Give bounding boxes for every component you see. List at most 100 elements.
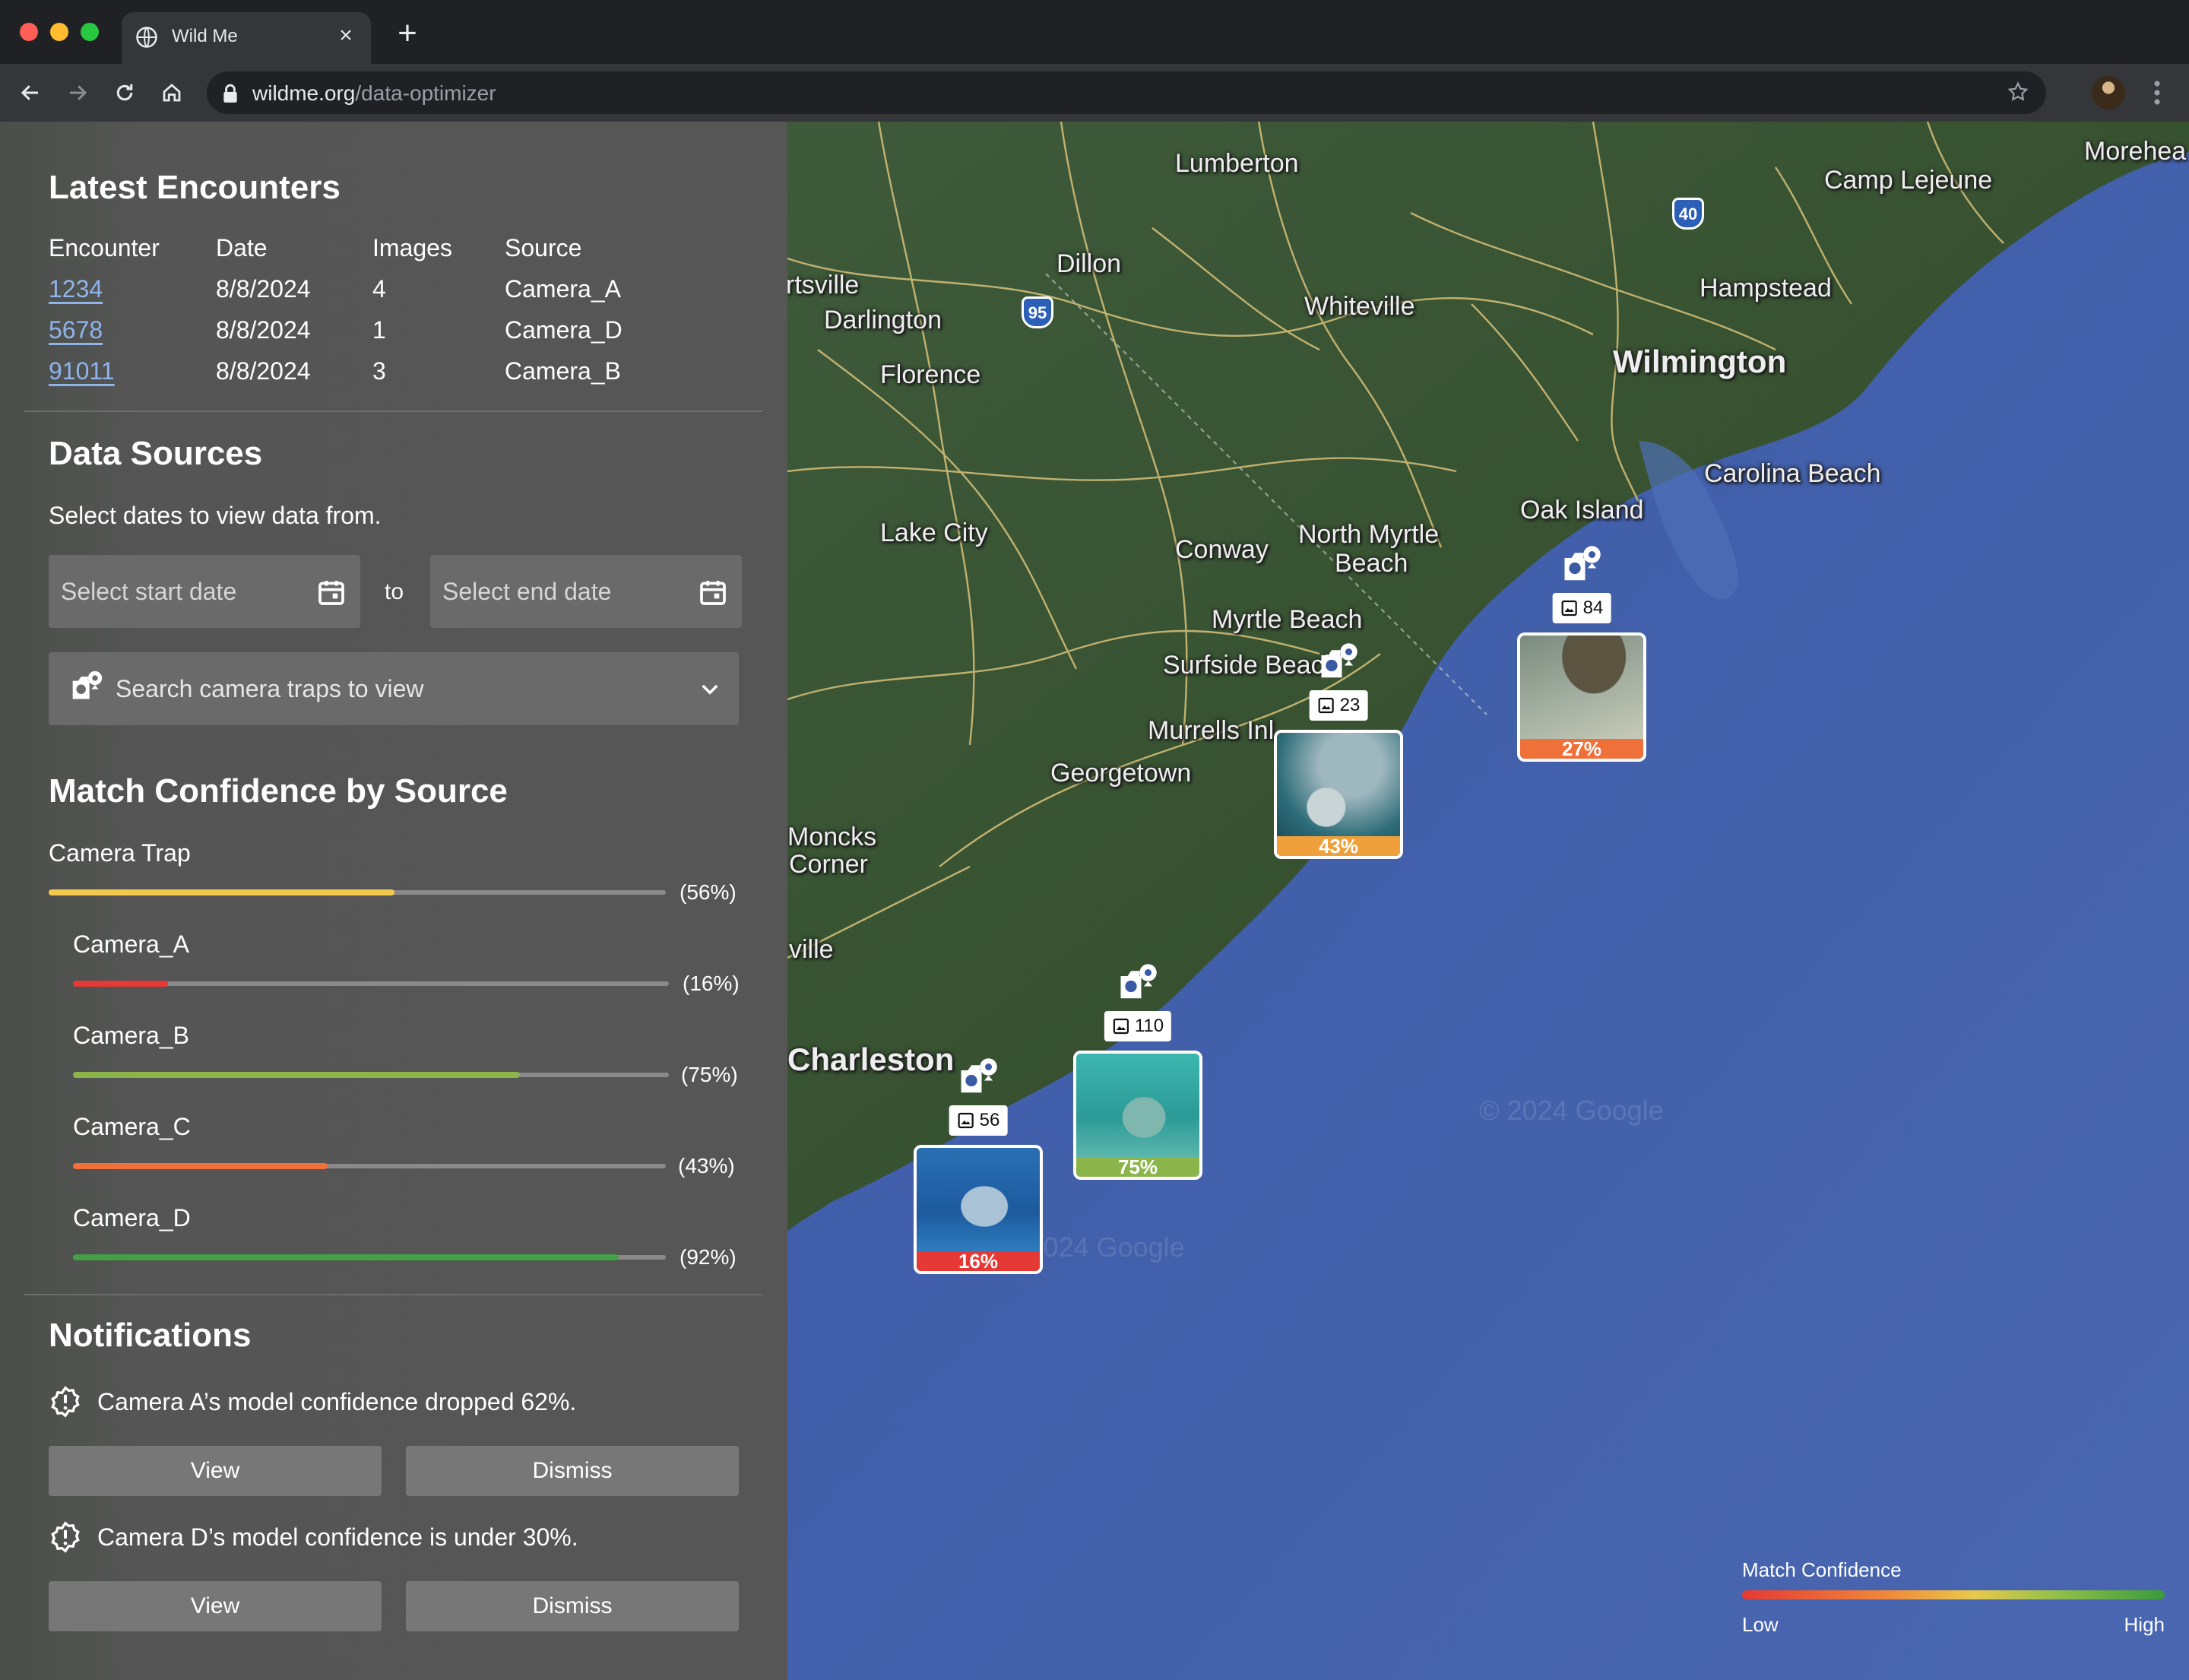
data-sources-title: Data Sources [49,435,263,472]
camera-a-confidence-fill [73,981,169,987]
view-notification-button[interactable]: View [49,1581,382,1631]
confidence-label: 43% [1277,836,1400,856]
browser-tab[interactable]: Wild Me × [122,12,371,64]
highway-shield-95: 95 [1022,296,1053,328]
camera-c-label: Camera_C [73,1113,191,1140]
address-bar[interactable]: wildme.org/data-optimizer [207,71,2046,114]
dismiss-notification-button[interactable]: Dismiss [406,1581,739,1631]
map-label-city: Myrtle Beach [1212,605,1363,634]
map-label-city: Darlington [824,306,942,334]
camera-c-confidence-fill [73,1163,328,1169]
map-label-city: Corner [789,850,868,879]
image-icon [1318,697,1334,714]
bookmark-star-icon[interactable] [2007,81,2029,107]
data-sources-subtitle: Select dates to view data from. [49,502,382,529]
encounter-date: 8/8/2024 [216,275,311,303]
encounter-thumbnail[interactable]: 16% [914,1145,1043,1274]
camera-trap-search-dropdown[interactable]: Search camera traps to view [49,652,739,725]
legend-title: Match Confidence [1742,1558,1902,1581]
side-panel: Latest Encounters Encounter Date Images … [0,122,787,1680]
legend-low-label: Low [1742,1613,1779,1636]
new-tab-button[interactable]: + [392,17,423,50]
end-date-input[interactable]: Select end date [430,555,742,628]
notification-text: Camera A’s model confidence dropped 62%. [97,1388,577,1415]
encounter-link[interactable]: 1234 [49,275,103,303]
lock-icon [222,84,239,107]
image-count-badge: 110 [1104,1011,1172,1041]
map-label-city: ville [789,935,834,964]
camera-trap-marker[interactable]: 23 43% [1274,642,1403,862]
column-header-encounter: Encounter [49,234,160,262]
legend-high-label: High [2124,1613,2165,1636]
camera-pin-icon [958,1057,999,1098]
map-label-city: Murrells Inl [1148,716,1275,745]
minimize-window-button[interactable] [50,23,68,41]
encounter-link[interactable]: 91011 [49,357,115,385]
encounter-images: 1 [372,316,386,344]
map-terrain [787,122,2189,1680]
map-label-city: Beach [1335,549,1408,578]
map-label-city: Florence [880,360,981,389]
close-tab-icon[interactable]: × [334,24,357,47]
camera-pin-icon [70,669,103,708]
alert-icon [49,1520,82,1558]
encounter-source: Camera_B [505,357,621,385]
view-notification-button[interactable]: View [49,1446,382,1496]
dismiss-notification-button[interactable]: Dismiss [406,1446,739,1496]
browser-menu-icon[interactable] [2149,78,2165,108]
satellite-map[interactable]: Lumberton Morehea Camp Lejeune Dillon rt… [787,122,2189,1680]
camera-trap-marker[interactable]: 84 27% [1517,544,1646,765]
camera-a-label: Camera_A [73,930,189,958]
home-icon[interactable] [157,78,187,108]
overall-confidence-fill [49,889,394,895]
camera-d-confidence-bar [73,1254,666,1260]
camera-b-confidence-percent: (75%) [681,1063,738,1086]
image-icon [958,1112,974,1129]
camera-a-confidence-bar [73,981,669,987]
section-divider [24,1294,763,1295]
camera-trap-marker[interactable]: 110 75% [1073,962,1202,1183]
encounters-title: Latest Encounters [49,169,341,206]
close-window-button[interactable] [20,23,38,41]
encounter-thumbnail[interactable]: 43% [1274,730,1403,859]
column-header-source: Source [505,234,582,262]
camera-trap-marker[interactable]: 56 16% [914,1057,1043,1277]
confidence-label: 27% [1520,739,1643,759]
map-label-city: Wilmington [1613,344,1787,379]
overall-confidence-bar [49,889,666,895]
encounter-images: 3 [372,357,386,385]
notification-text: Camera D’s model confidence is under 30%… [97,1523,578,1551]
start-date-input[interactable]: Select start date [49,555,360,628]
map-label-city: rtsville [787,271,860,300]
confidence-legend: Match Confidence Low High [1742,1558,2168,1650]
camera-a-confidence-percent: (16%) [683,972,740,995]
alert-icon [49,1385,82,1422]
camera-d-confidence-fill [73,1254,619,1260]
encounter-thumbnail[interactable]: 27% [1517,632,1646,762]
camera-c-confidence-percent: (43%) [678,1154,735,1178]
forward-arrow-icon[interactable] [62,78,93,108]
encounter-link[interactable]: 5678 [49,316,103,344]
reload-icon[interactable] [109,78,140,108]
map-label-city: Lake City [880,518,988,547]
notifications-title: Notifications [49,1317,252,1354]
date-range-separator: to [385,579,404,604]
camera-pin-icon [1318,642,1359,683]
map-label-city: Conway [1175,535,1269,564]
map-label-city: Moncks [787,823,877,851]
column-header-date: Date [216,234,268,262]
encounter-date: 8/8/2024 [216,357,311,385]
encounter-images: 4 [372,275,386,303]
image-icon [1561,600,1577,617]
calendar-icon[interactable] [316,576,347,612]
encounter-thumbnail[interactable]: 75% [1073,1051,1202,1180]
camera-b-confidence-fill [73,1072,520,1078]
calendar-icon[interactable] [698,576,728,612]
legend-gradient-bar [1742,1590,2165,1599]
profile-avatar[interactable] [2092,76,2125,109]
tab-title: Wild Me [172,26,238,46]
maximize-window-button[interactable] [81,23,99,41]
section-divider [24,410,763,412]
camera-b-label: Camera_B [73,1022,189,1049]
back-arrow-icon[interactable] [15,78,46,108]
